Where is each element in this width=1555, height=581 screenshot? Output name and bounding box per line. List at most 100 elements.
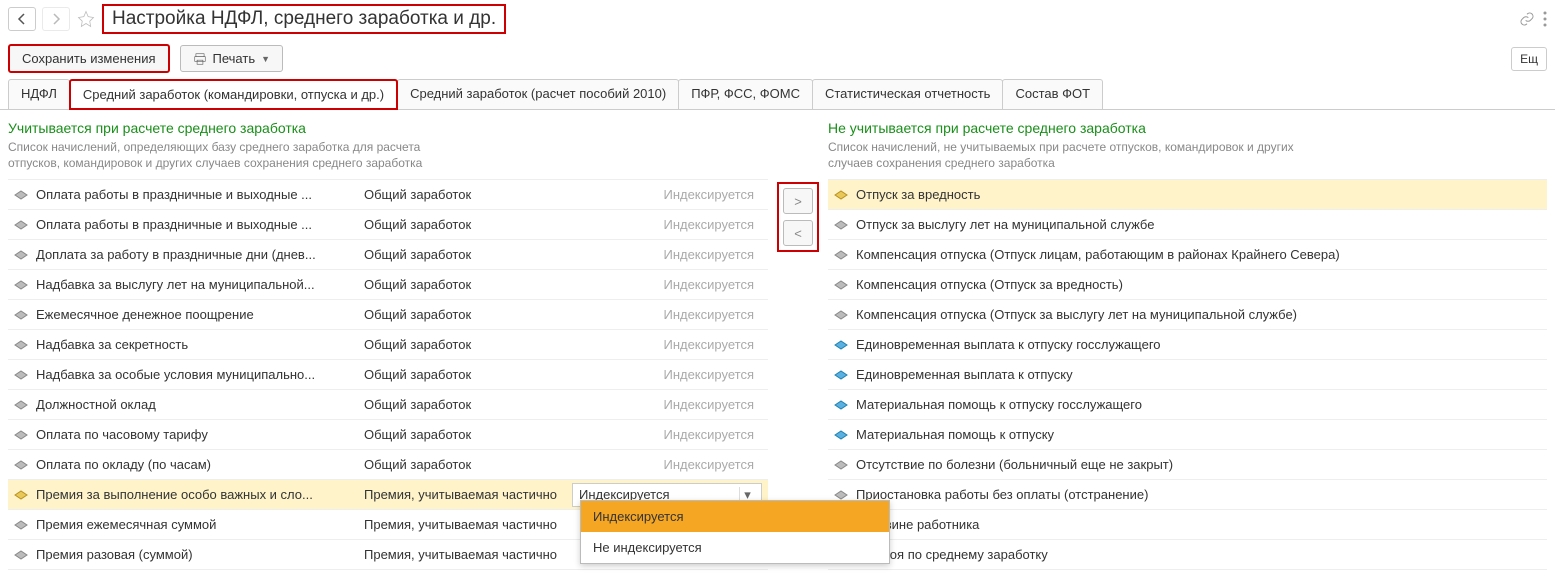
table-row[interactable]: Надбавка за особые условия муниципально.… <box>8 360 768 390</box>
row-name: Надбавка за выслугу лет на муниципальной… <box>36 277 356 292</box>
row-icon <box>834 250 848 260</box>
tab-stat[interactable]: Статистическая отчетность <box>812 79 1004 109</box>
row-icon <box>834 190 848 200</box>
save-button[interactable]: Сохранить изменения <box>8 44 170 73</box>
table-row[interactable]: Материальная помощь к отпуску <box>828 420 1547 450</box>
row-name: Надбавка за особые условия муниципально.… <box>36 367 356 382</box>
row-name: Оплата по окладу (по часам) <box>36 457 356 472</box>
index-dropdown: Индексируется Не индексируется <box>580 500 890 564</box>
tab-pfr-fss[interactable]: ПФР, ФСС, ФОМС <box>678 79 813 109</box>
excluded-panel: Не учитывается при расчете среднего зара… <box>828 120 1547 576</box>
row-name: Премия разовая (суммой) <box>36 547 356 562</box>
row-name: Надбавка за секретность <box>36 337 356 352</box>
link-icon[interactable] <box>1519 11 1535 27</box>
page-title: Настройка НДФЛ, среднего заработка и др. <box>102 4 506 34</box>
row-icon <box>14 220 28 230</box>
table-row[interactable]: Ежемесячное денежное поощрениеОбщий зара… <box>8 300 768 330</box>
row-icon <box>14 550 28 560</box>
row-type: Премия, учитываемая частично <box>364 517 564 532</box>
table-row[interactable]: Доплата за работу в праздничные дни (дне… <box>8 240 768 270</box>
row-type: Общий заработок <box>364 187 564 202</box>
table-row[interactable]: Оплата по часовому тарифуОбщий заработок… <box>8 420 768 450</box>
table-row[interactable]: Оплата работы в праздничные и выходные .… <box>8 180 768 210</box>
row-icon <box>14 370 28 380</box>
row-icon <box>834 400 848 410</box>
row-name: Премия за выполнение особо важных и сло.… <box>36 487 356 502</box>
excluded-desc: Список начислений, не учитываемых при ра… <box>828 140 1328 171</box>
dropdown-option-not-indexed[interactable]: Не индексируется <box>581 532 889 563</box>
row-type: Общий заработок <box>364 367 564 382</box>
row-type: Общий заработок <box>364 277 564 292</box>
tab-avg-earnings[interactable]: Средний заработок (командировки, отпуска… <box>69 79 398 110</box>
tab-avg-2010[interactable]: Средний заработок (расчет пособий 2010) <box>397 79 679 109</box>
row-icon <box>14 520 28 530</box>
row-icon <box>14 310 28 320</box>
table-row[interactable]: й по вине работника <box>828 510 1547 540</box>
row-icon <box>14 430 28 440</box>
table-row[interactable]: Отсутствие по болезни (больничный еще не… <box>828 450 1547 480</box>
row-icon <box>834 430 848 440</box>
row-type: Премия, учитываемая частично <box>364 547 564 562</box>
row-icon <box>834 280 848 290</box>
row-name: Оплата работы в праздничные и выходные .… <box>36 187 356 202</box>
table-row[interactable]: Единовременная выплата к отпуску <box>828 360 1547 390</box>
row-type: Общий заработок <box>364 247 564 262</box>
row-icon <box>834 340 848 350</box>
row-icon <box>14 490 28 500</box>
row-type: Общий заработок <box>364 457 564 472</box>
row-icon <box>834 490 848 500</box>
index-value: Индексируется <box>572 367 762 382</box>
row-icon <box>834 310 848 320</box>
table-row[interactable]: Компенсация отпуска (Отпуск за выслугу л… <box>828 300 1547 330</box>
excluded-table[interactable]: Отпуск за вредность Отпуск за выслугу лет… <box>828 179 1547 576</box>
table-row[interactable]: Должностной окладОбщий заработокИндексир… <box>8 390 768 420</box>
forward-button[interactable] <box>42 7 70 31</box>
table-row[interactable]: Надбавка за выслугу лет на муниципальной… <box>8 270 768 300</box>
row-name: Оплата работы в праздничные и выходные .… <box>36 217 356 232</box>
table-row[interactable]: Отпуск за выслугу лет на муниципальной с… <box>828 210 1547 240</box>
row-name: Единовременная выплата к отпуску госслуж… <box>856 337 1541 352</box>
index-value: Индексируется <box>572 457 762 472</box>
row-name: Оплата по часовому тарифу <box>36 427 356 442</box>
row-name: Материальная помощь к отпуску госслужаще… <box>856 397 1541 412</box>
table-row[interactable]: Надбавка за секретностьОбщий заработокИн… <box>8 330 768 360</box>
kebab-menu-icon[interactable] <box>1543 11 1547 27</box>
index-value: Индексируется <box>572 187 762 202</box>
table-row[interactable]: Отпуск за вредность <box>828 180 1547 210</box>
table-row[interactable]: Компенсация отпуска (Отпуск лицам, работ… <box>828 240 1547 270</box>
row-name: Доплата за работу в праздничные дни (дне… <box>36 247 356 262</box>
dropdown-option-indexed[interactable]: Индексируется <box>581 501 889 532</box>
favorite-icon[interactable] <box>76 9 96 29</box>
table-row[interactable]: Оплата по окладу (по часам) Общий заработ… <box>8 450 768 480</box>
tabs: НДФЛ Средний заработок (командировки, от… <box>0 79 1555 110</box>
move-left-button[interactable]: < <box>783 220 813 246</box>
row-name: Компенсация отпуска (Отпуск за вредность… <box>856 277 1541 292</box>
row-name: Отпуск за выслугу лет на муниципальной с… <box>856 217 1541 232</box>
row-type: Общий заработок <box>364 307 564 322</box>
more-button[interactable]: Ещ <box>1511 47 1547 71</box>
table-row[interactable]: Материальная помощь к отпуску госслужаще… <box>828 390 1547 420</box>
table-row[interactable]: Оплата работы в праздничные и выходные .… <box>8 210 768 240</box>
row-icon <box>834 460 848 470</box>
move-right-button[interactable]: > <box>783 188 813 214</box>
row-icon <box>14 340 28 350</box>
row-type: Премия, учитываемая частично <box>364 487 564 502</box>
row-name: простоя по среднему заработку <box>856 547 1541 562</box>
table-row[interactable]: Единовременная выплата к отпуску госслуж… <box>828 330 1547 360</box>
included-desc: Список начислений, определяющих базу сре… <box>8 140 428 171</box>
tab-ndfl[interactable]: НДФЛ <box>8 79 70 109</box>
index-value: Индексируется <box>572 427 762 442</box>
row-icon <box>834 220 848 230</box>
index-value: Индексируется <box>572 307 762 322</box>
table-row[interactable]: простоя по среднему заработку <box>828 540 1547 570</box>
index-value: Индексируется <box>572 217 762 232</box>
row-name: й по вине работника <box>856 517 1541 532</box>
table-row[interactable]: Приостановка работы без оплаты (отстране… <box>828 480 1547 510</box>
row-type: Общий заработок <box>364 337 564 352</box>
back-button[interactable] <box>8 7 36 31</box>
index-value: Индексируется <box>572 277 762 292</box>
table-row[interactable]: Компенсация отпуска (Отпуск за вредность… <box>828 270 1547 300</box>
print-button[interactable]: Печать ▼ <box>180 45 284 72</box>
tab-fot[interactable]: Состав ФОТ <box>1002 79 1103 109</box>
row-icon <box>834 370 848 380</box>
